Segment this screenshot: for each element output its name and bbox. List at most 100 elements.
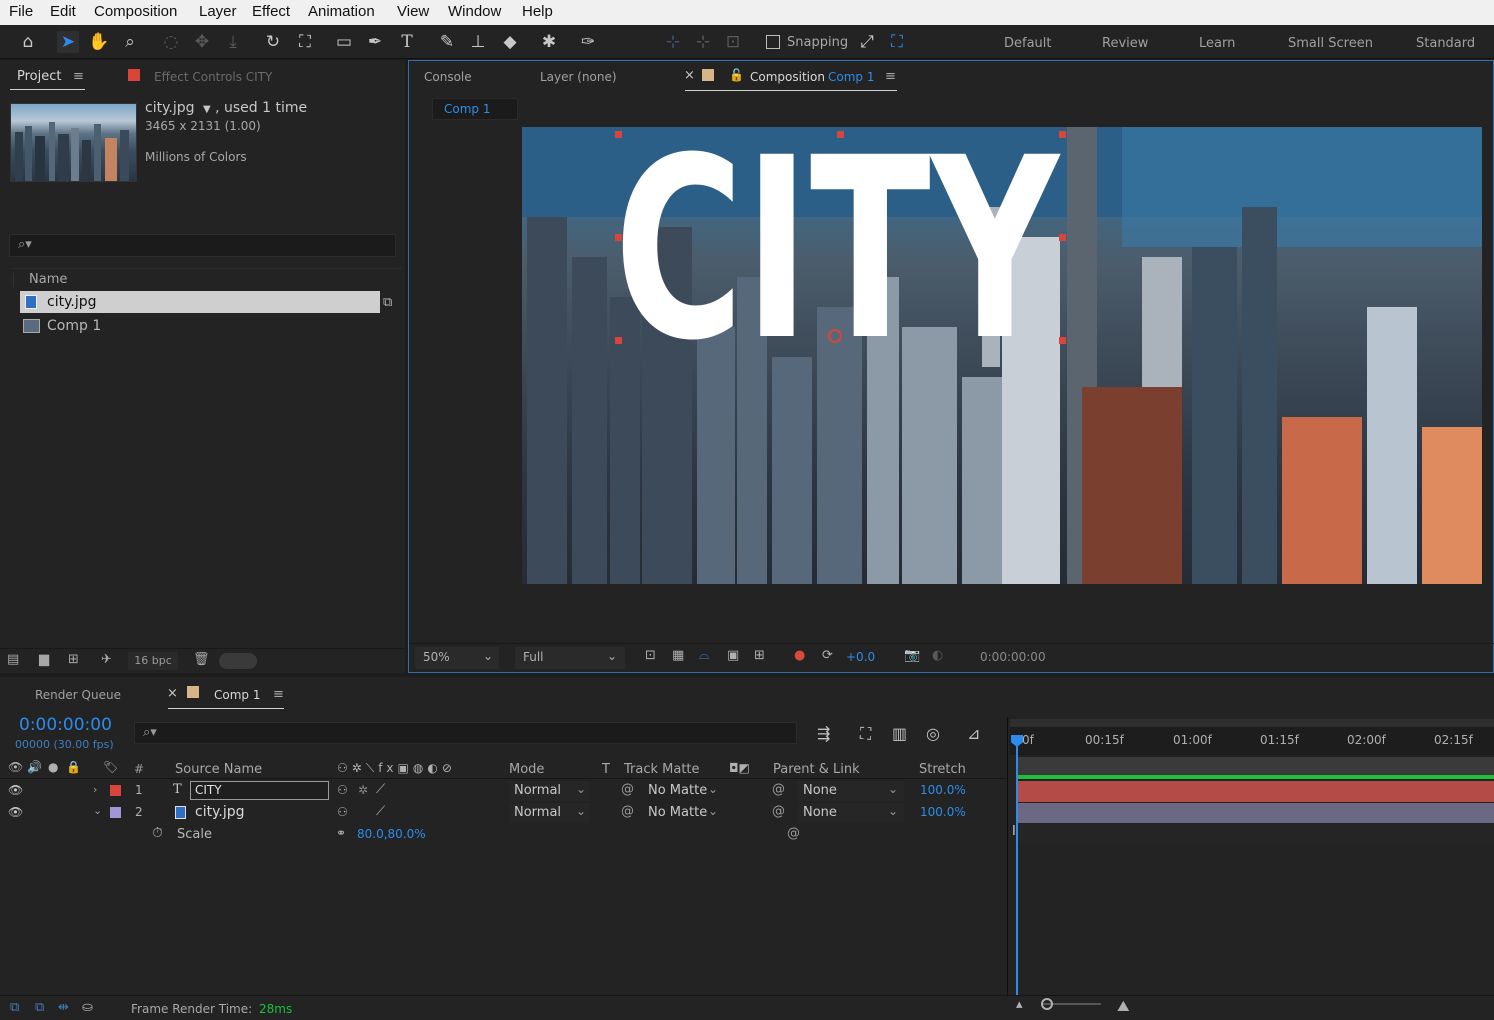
menu-effect[interactable]: Effect <box>252 3 290 20</box>
quality-switch-icon[interactable]: ⟋ <box>376 804 385 819</box>
in-out-toggle-icon[interactable]: ⇹ <box>58 1000 69 1015</box>
menu-file[interactable]: File <box>9 3 33 20</box>
current-time-display[interactable]: 0:00:00:00 <box>19 715 112 735</box>
adjust-project-settings-icon[interactable]: ✈ <box>101 652 112 667</box>
quality-switch-icon[interactable]: ⟋ <box>376 782 385 797</box>
exposure-value[interactable]: +0.0 <box>846 650 875 664</box>
time-ruler[interactable]: 0f 00:15f 01:00f 01:15f 02:00f 02:15f <box>1010 719 1494 755</box>
thumbnail-slider[interactable] <box>219 653 257 669</box>
list-item-comp-1[interactable]: Comp 1 <box>20 315 380 337</box>
stretch-value[interactable]: 100.0% <box>920 805 966 819</box>
axis-view-icon[interactable]: ⊡ <box>722 31 744 53</box>
composition-canvas[interactable]: CITY <box>522 127 1482 584</box>
tab-console[interactable]: Console <box>424 70 472 84</box>
snap-features-icon[interactable]: ⛶ <box>886 31 908 53</box>
dolly-camera-icon[interactable]: ⤓ <box>222 31 244 53</box>
brush-tool-icon[interactable]: ✎ <box>436 31 458 53</box>
track-matte-select[interactable]: No Matte ⌄ <box>643 781 723 801</box>
solo-icon[interactable]: ● <box>48 760 58 774</box>
orbit-camera-icon[interactable]: ◌ <box>160 31 182 53</box>
transparency-grid-icon[interactable]: ▦ <box>672 648 684 663</box>
grid-guides-icon[interactable]: ⊞ <box>754 648 765 663</box>
shy-switch-icon[interactable]: ⚇ <box>337 805 348 819</box>
hand-tool-icon[interactable]: ✋ <box>88 31 110 53</box>
blend-mode-select[interactable]: Normal ⌄ <box>509 781 589 801</box>
column-stretch[interactable]: Stretch <box>919 762 966 777</box>
stretch-value[interactable]: 100.0% <box>920 783 966 797</box>
matte-pickwhip-icon[interactable]: @ <box>621 782 634 797</box>
property-pickwhip-icon[interactable]: @ <box>787 826 800 841</box>
matte-pickwhip-icon[interactable]: @ <box>621 804 634 819</box>
menu-edit[interactable]: Edit <box>50 3 76 20</box>
work-area-bar[interactable] <box>1010 719 1494 727</box>
color-channels-icon[interactable]: ● <box>794 648 805 663</box>
visibility-eye-icon[interactable]: 👁 <box>8 805 23 819</box>
trash-icon[interactable]: 🗑 <box>193 652 210 667</box>
reset-exposure-icon[interactable]: ⟳ <box>822 648 833 663</box>
shy-layers-icon[interactable]: ▥ <box>892 724 907 743</box>
close-tab-icon[interactable]: × <box>684 68 695 83</box>
layer-bar-city-jpg[interactable] <box>1017 803 1494 823</box>
bit-depth-button[interactable]: 16 bpc <box>128 652 178 670</box>
collapse-chevron-icon[interactable]: ⌄ <box>93 804 102 817</box>
parent-pickwhip-icon[interactable]: @ <box>772 782 785 797</box>
draft-3d-icon[interactable]: ⛶ <box>860 724 871 744</box>
tab-project[interactable]: Project <box>17 69 61 84</box>
resolution-select[interactable]: Full ⌄ <box>515 647 625 669</box>
close-tab-icon[interactable]: × <box>167 686 178 701</box>
fast-previews-icon[interactable]: ⊡ <box>645 648 656 663</box>
tab-composition[interactable]: Composition <box>750 70 825 84</box>
parent-select[interactable]: None ⌄ <box>798 781 904 801</box>
region-of-interest-icon[interactable]: ▣ <box>727 648 739 663</box>
workspace-learn[interactable]: Learn <box>1199 36 1235 51</box>
puppet-pin-icon[interactable]: ✑ <box>577 31 599 53</box>
type-tool-icon[interactable]: T <box>396 31 418 53</box>
zoom-tool-icon[interactable]: ⌕ <box>119 31 141 53</box>
rectangle-tool-icon[interactable]: ▭ <box>333 31 355 53</box>
layer-bar-city[interactable] <box>1017 781 1494 802</box>
zoom-in-icon[interactable]: ⛰ <box>1117 997 1130 1015</box>
menu-window[interactable]: Window <box>448 3 501 20</box>
magnification-select[interactable]: 50% ⌄ <box>415 647 499 669</box>
new-composition-icon[interactable]: ⊞ <box>68 652 79 667</box>
layer-label-color[interactable] <box>110 807 121 818</box>
zoom-out-icon[interactable]: ▴ <box>1016 997 1023 1012</box>
menu-animation[interactable]: Animation <box>308 3 375 20</box>
label-tag-icon[interactable]: 🏷 <box>103 760 118 774</box>
layer-label-color[interactable] <box>110 785 121 796</box>
parent-pickwhip-icon[interactable]: @ <box>772 804 785 819</box>
tab-comp-name[interactable]: Comp 1 <box>828 70 874 84</box>
tab-layer[interactable]: Layer (none) <box>540 70 617 84</box>
frame-blending-icon[interactable]: ◎ <box>926 724 940 743</box>
layer-name[interactable]: city.jpg <box>195 804 244 820</box>
snapshot-camera-icon[interactable]: 📷 <box>904 648 920 663</box>
scale-value[interactable]: 80.0,80.0% <box>357 827 426 841</box>
track-matte-select[interactable]: No Matte ⌄ <box>643 803 723 823</box>
playhead[interactable] <box>1016 737 1018 995</box>
snapping-checkbox[interactable] <box>766 35 780 49</box>
lock-icon[interactable]: 🔓 <box>729 68 744 82</box>
graph-editor-icon[interactable]: ⊿ <box>967 724 980 743</box>
new-folder-icon[interactable]: ▆ <box>39 652 49 667</box>
axis-world-icon[interactable]: ⊹ <box>692 31 714 53</box>
constrain-proportions-icon[interactable]: ⚭ <box>336 826 346 840</box>
tab-comp-1[interactable]: Comp 1 <box>214 688 260 702</box>
timeline-search-input[interactable]: ⌕▾ <box>134 722 797 744</box>
blend-mode-select[interactable]: Normal ⌄ <box>509 803 589 823</box>
eraser-tool-icon[interactable]: ◆ <box>499 31 521 53</box>
shy-switch-icon[interactable]: ⚇ <box>337 783 348 797</box>
pan-behind-icon[interactable]: ⛶ <box>294 31 316 53</box>
mask-visibility-icon[interactable]: ⌓ <box>699 648 709 663</box>
panel-menu-icon[interactable]: ≡ <box>73 69 84 84</box>
snap-edges-icon[interactable]: ⤢ <box>856 31 878 53</box>
project-search-input[interactable]: ⌕▾ <box>9 234 396 257</box>
visibility-eye-icon[interactable]: 👁 <box>8 783 23 797</box>
collapse-switch-icon[interactable]: ✲ <box>358 783 368 797</box>
menu-composition[interactable]: Composition <box>94 3 177 20</box>
list-item-city-jpg[interactable]: city.jpg <box>20 291 380 313</box>
expand-chevron-icon[interactable]: › <box>93 783 97 796</box>
video-eye-icon[interactable]: 👁 <box>8 760 23 774</box>
workspace-small-screen[interactable]: Small Screen <box>1288 36 1373 51</box>
footage-dropdown-icon[interactable]: ▼ <box>203 104 211 115</box>
composition-mini-flowchart-icon[interactable]: ⇶ <box>817 724 830 743</box>
